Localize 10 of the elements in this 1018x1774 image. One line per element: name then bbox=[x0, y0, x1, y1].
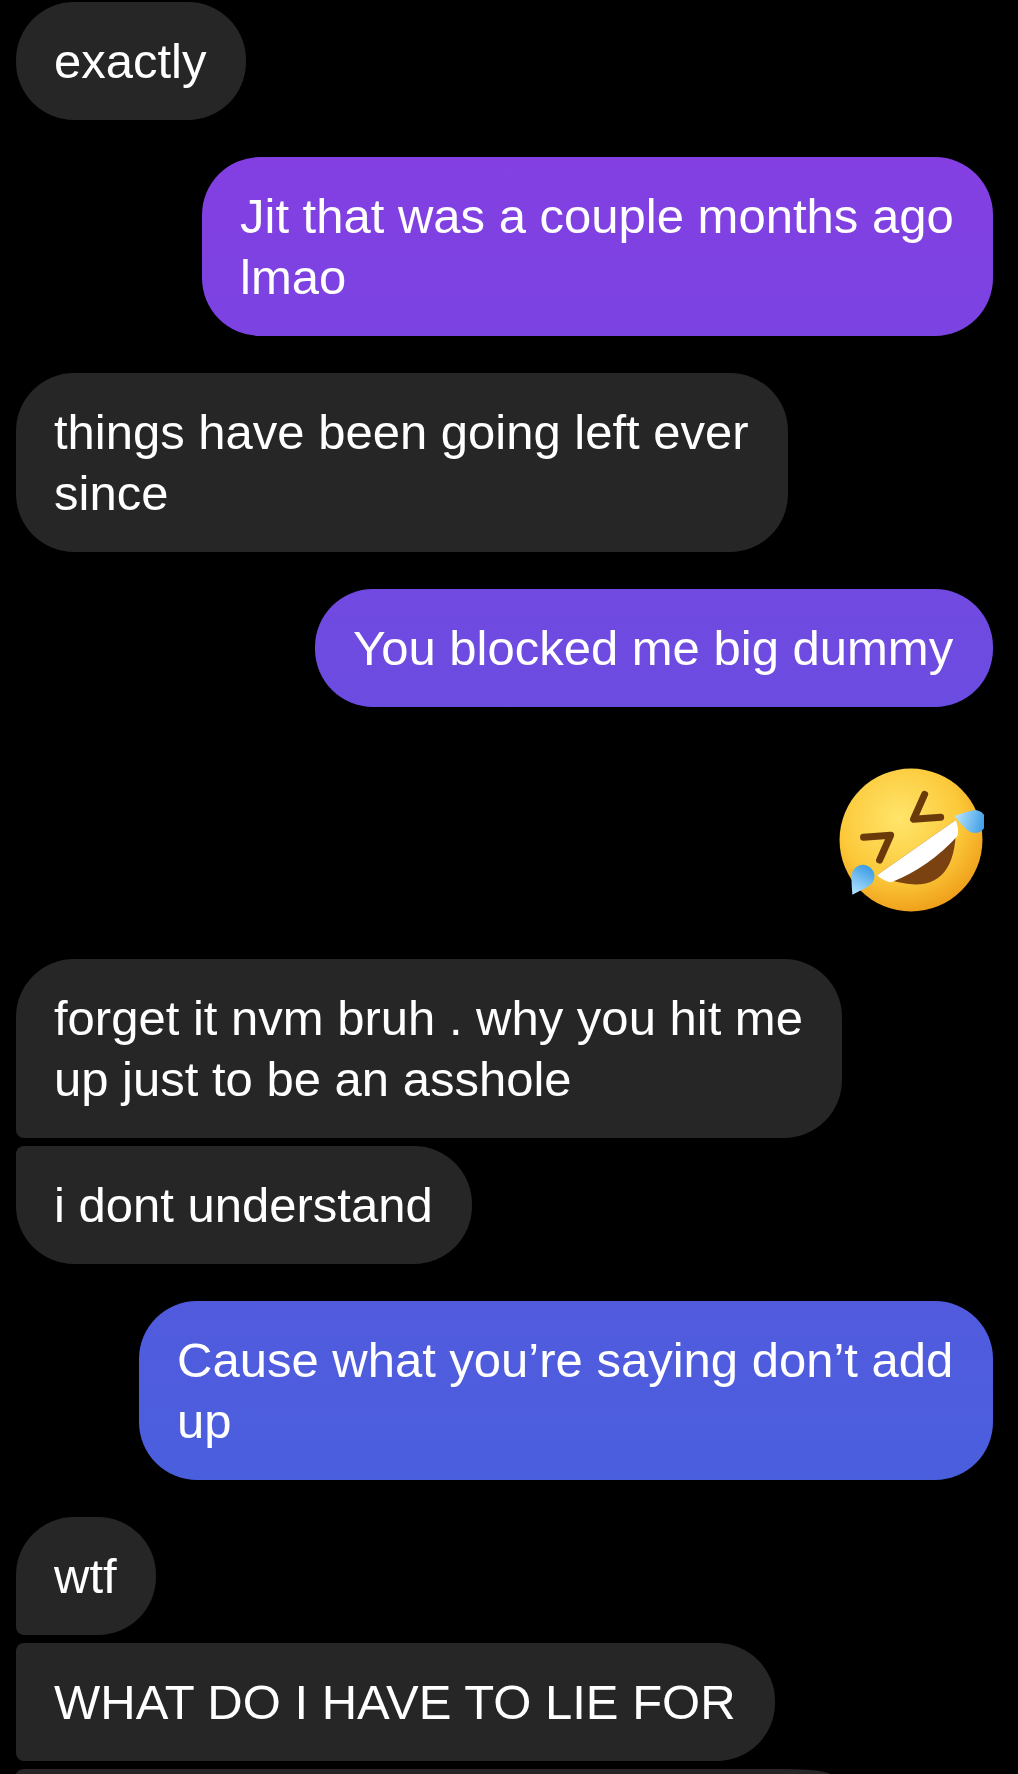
message-bubble: WHAT DO I HAVE TO LIE FOR bbox=[16, 1643, 775, 1761]
message-bubble: exactly bbox=[16, 2, 246, 120]
laughing-face-icon bbox=[838, 767, 984, 913]
message-bubble: You blocked me big dummy bbox=[315, 589, 993, 707]
message-bubble: things have been going left ever since bbox=[16, 373, 788, 552]
message-bubble: wtf bbox=[16, 1517, 156, 1635]
message-bubble: Cause what you’re saying don’t add up bbox=[139, 1301, 993, 1480]
message-bubble: Jit that was a couple months ago lmao bbox=[202, 157, 993, 336]
message-bubble: forget it nvm bruh . why you hit me up just to be an asshole bbox=[16, 959, 842, 1138]
message-bubble: i dont understand bbox=[16, 1146, 472, 1264]
